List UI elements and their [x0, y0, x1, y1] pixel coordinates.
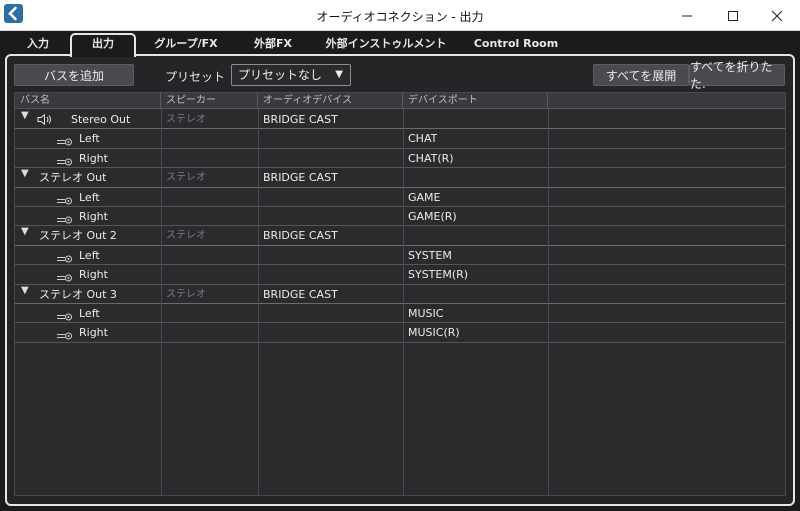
column-bus-name[interactable]: バス名	[15, 93, 161, 109]
collapse-triangle-icon[interactable]: ▼	[21, 110, 29, 121]
table-row-channel[interactable]: Left SYSTEM	[15, 246, 785, 266]
device-port[interactable]: GAME	[408, 188, 441, 207]
column-divider	[258, 109, 259, 495]
column-speaker[interactable]: スピーカー	[161, 93, 258, 109]
device-port[interactable]: CHAT	[408, 129, 437, 148]
device-port[interactable]: SYSTEM	[408, 246, 452, 265]
table-row-bus[interactable]: ▼ ステレオ Out 3 ステレオ BRIDGE CAST	[15, 285, 785, 304]
channel-name: Left	[79, 248, 100, 262]
channel-name: Right	[79, 151, 108, 165]
column-divider	[403, 109, 404, 495]
speaker-config[interactable]: ステレオ	[166, 226, 206, 245]
table-row-channel[interactable]: Right CHAT(R)	[15, 149, 785, 169]
bus-name[interactable]: ステレオ Out 3	[39, 285, 117, 304]
column-audio-device[interactable]: オーディオデバイス	[258, 93, 403, 109]
collapse-triangle-icon[interactable]: ▼	[21, 226, 29, 237]
audio-device[interactable]: BRIDGE CAST	[263, 226, 338, 245]
collapse-triangle-icon[interactable]: ▼	[21, 168, 29, 179]
close-button[interactable]	[754, 0, 800, 31]
speaker-config[interactable]: ステレオ	[166, 168, 206, 187]
channel-port-icon	[57, 135, 73, 149]
device-port[interactable]: MUSIC(R)	[408, 323, 460, 342]
tab-external-fx[interactable]: 外部FX	[240, 35, 306, 55]
table-row-channel[interactable]: Right SYSTEM(R)	[15, 265, 785, 285]
bus-table: バス名 スピーカー オーディオデバイス デバイスポート ▼ Stereo Out ス…	[14, 92, 786, 496]
column-device-port[interactable]: デバイスポート	[403, 93, 548, 109]
table-row-channel[interactable]: Left GAME	[15, 188, 785, 208]
channel-name: Right	[79, 268, 108, 282]
table-header: バス名 スピーカー オーディオデバイス デバイスポート	[15, 93, 785, 109]
table-row-channel[interactable]: Left MUSIC	[15, 304, 785, 324]
channel-port-icon	[57, 194, 73, 208]
channel-port-icon	[57, 271, 73, 285]
preset-label: プリセット	[165, 70, 226, 84]
channel-port-icon	[57, 213, 73, 227]
add-bus-button[interactable]: バスを追加	[14, 64, 134, 86]
maximize-button[interactable]	[710, 0, 756, 31]
table-row-bus[interactable]: ▼ ステレオ Out 2 ステレオ BRIDGE CAST	[15, 226, 785, 246]
audio-device[interactable]: BRIDGE CAST	[263, 285, 338, 304]
audio-device[interactable]: BRIDGE CAST	[263, 168, 338, 187]
channel-name: Right	[79, 209, 108, 223]
device-port[interactable]: GAME(R)	[408, 207, 457, 226]
bus-name[interactable]: ステレオ Out 2	[39, 226, 117, 245]
channel-name: Left	[79, 190, 100, 204]
table-row-channel[interactable]: Right GAME(R)	[15, 207, 785, 227]
tab-input[interactable]: 入力	[14, 35, 62, 55]
table-row-bus[interactable]: ▼ Stereo Out ステレオ BRIDGE CAST	[15, 110, 785, 130]
expand-all-button[interactable]: すべてを展開	[593, 64, 689, 86]
bus-name[interactable]: ステレオ Out	[39, 168, 106, 187]
channel-port-icon	[57, 252, 73, 266]
tab-control-room[interactable]: Control Room	[466, 35, 566, 55]
column-divider	[161, 109, 162, 495]
channel-name: Right	[79, 326, 108, 340]
collapse-triangle-icon[interactable]: ▼	[21, 285, 29, 296]
table-row-bus[interactable]: ▼ ステレオ Out ステレオ BRIDGE CAST	[15, 168, 785, 188]
title-bar: オーディオコネクション - 出力	[0, 0, 800, 31]
audio-device[interactable]: BRIDGE CAST	[263, 110, 338, 129]
device-port[interactable]: CHAT(R)	[408, 149, 454, 168]
tab-output[interactable]: 出力	[70, 33, 136, 57]
speaker-config[interactable]: ステレオ	[166, 285, 206, 304]
tab-bar: 入力 出力 グループ/FX 外部FX 外部インストゥルメント Control R…	[0, 31, 800, 57]
table-body: ▼ Stereo Out ステレオ BRIDGE CAST Left CHAT Right C…	[15, 110, 785, 343]
preset-dropdown[interactable]: プリセットなし ▼	[231, 64, 351, 86]
channel-name: Left	[79, 132, 100, 146]
tab-group-fx[interactable]: グループ/FX	[148, 35, 224, 55]
channel-port-icon	[57, 155, 73, 169]
column-divider	[548, 109, 549, 495]
collapse-all-button[interactable]: すべてを折りたた.	[689, 60, 785, 91]
speaker-icon	[37, 113, 53, 128]
speaker-config[interactable]: ステレオ	[166, 110, 206, 129]
column-blank	[548, 93, 785, 109]
channel-name: Left	[79, 306, 100, 320]
channel-port-icon	[57, 329, 73, 343]
bus-name[interactable]: Stereo Out	[71, 110, 130, 129]
dropdown-arrow-icon: ▼	[335, 69, 343, 80]
output-panel: バスを追加 プリセット プリセットなし ▼ すべてを展開 すべてを折りたた. バ…	[5, 54, 795, 506]
device-port[interactable]: MUSIC	[408, 304, 443, 323]
tab-external-instruments[interactable]: 外部インストゥルメント	[320, 35, 452, 55]
table-row-channel[interactable]: Left CHAT	[15, 129, 785, 149]
minimize-button[interactable]	[664, 0, 710, 31]
table-row-channel[interactable]: Right MUSIC(R)	[15, 323, 785, 343]
channel-port-icon	[57, 310, 73, 324]
preset-value: プリセットなし	[238, 68, 323, 82]
device-port[interactable]: SYSTEM(R)	[408, 265, 468, 284]
